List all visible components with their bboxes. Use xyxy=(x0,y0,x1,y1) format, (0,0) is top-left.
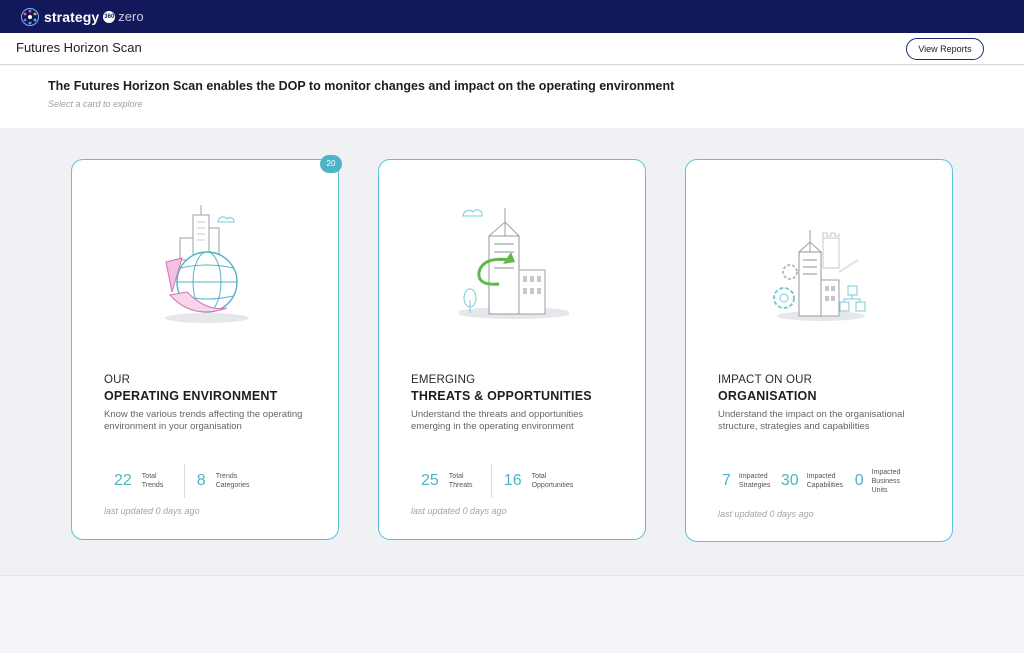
last-updated: last updated 0 days ago xyxy=(411,506,507,516)
card-description: Know the various trends affecting the op… xyxy=(104,409,303,432)
intro-section: The Futures Horizon Scan enables the DOP… xyxy=(0,66,1024,128)
view-reports-button[interactable]: View Reports xyxy=(906,38,984,60)
stat-value: 30 xyxy=(780,472,799,489)
trend-count-badge: 20 xyxy=(320,155,342,173)
stat-impacted-capabilities: 30 Impacted Capabilities xyxy=(781,472,851,490)
stat-trend-categories: 8 Trends Categories xyxy=(197,472,258,490)
stat-value: 16 xyxy=(503,472,522,489)
card-kicker: OUR xyxy=(104,374,131,386)
stat-label: Impacted Capabilities xyxy=(806,473,843,489)
stat-total-opportunities: 16 Total Opportunities xyxy=(504,472,582,490)
card-stats: 22 Total Trends 8 Trends Categories xyxy=(114,463,258,499)
stat-value: 7 xyxy=(722,472,731,489)
stat-divider xyxy=(490,464,492,498)
stat-value: 22 xyxy=(114,472,132,489)
top-navbar: strategy 360 zero xyxy=(0,0,1024,33)
card-heading: THREATS & OPPORTUNITIES xyxy=(411,389,592,403)
strategy-logo-icon[interactable] xyxy=(20,7,40,27)
city-arrow-icon xyxy=(456,200,572,330)
card-stats: 25 Total Threats 16 Total Opportunities xyxy=(421,463,582,499)
stat-label: Total Opportunities xyxy=(531,473,574,489)
card-heading: OPERATING ENVIRONMENT xyxy=(104,389,278,403)
brand-suffix: zero xyxy=(118,9,144,24)
stat-value: 0 xyxy=(854,472,864,489)
stat-label: Impacted Strategies xyxy=(738,473,771,489)
stat-label: Trends Categories xyxy=(215,473,250,489)
stat-total-trends: 22 Total Trends xyxy=(114,472,172,490)
last-updated: last updated 0 days ago xyxy=(718,509,814,519)
page-header: Futures Horizon Scan View Reports xyxy=(0,33,1024,65)
card-impact-organisation[interactable]: IMPACT ON OUR ORGANISATION Understand th… xyxy=(685,159,953,542)
stat-label: Total Trends xyxy=(141,473,164,489)
intro-headline: The Futures Horizon Scan enables the DOP… xyxy=(48,79,675,93)
globe-city-icon xyxy=(152,200,262,330)
stat-divider xyxy=(183,464,185,498)
stat-label: Total Threats xyxy=(448,473,473,489)
card-heading: ORGANISATION xyxy=(718,389,817,403)
card-kicker: IMPACT ON OUR xyxy=(718,374,813,386)
stat-value: 25 xyxy=(421,472,439,489)
org-gears-icon xyxy=(766,200,876,330)
brand-name: strategy xyxy=(44,8,100,25)
stat-value: 8 xyxy=(196,472,206,489)
card-stats: 7 Impacted Strategies 30 Impacted Capabi… xyxy=(722,463,908,499)
card-description: Understand the impact on the organisatio… xyxy=(718,409,905,432)
last-updated: last updated 0 days ago xyxy=(104,506,200,516)
intro-subtext: Select a card to explore xyxy=(48,99,143,109)
card-description: Understand the threats and opportunities… xyxy=(411,409,584,432)
card-kicker: EMERGING xyxy=(411,374,476,386)
stat-label: Impacted Business Units xyxy=(871,468,901,494)
page-title: Futures Horizon Scan xyxy=(16,40,142,55)
stat-impacted-strategies: 7 Impacted Strategies xyxy=(722,472,777,490)
card-threats-opportunities[interactable]: EMERGING THREATS & OPPORTUNITIES Underst… xyxy=(378,159,646,540)
stat-impacted-business-units: 0 Impacted Business Units xyxy=(855,468,908,495)
card-operating-environment[interactable]: 20 OUR OPERATING ENVIRONMENT Know the va… xyxy=(71,155,342,540)
brand-360-mark: 360 xyxy=(103,10,116,23)
stat-total-threats: 25 Total Threats xyxy=(421,472,479,490)
